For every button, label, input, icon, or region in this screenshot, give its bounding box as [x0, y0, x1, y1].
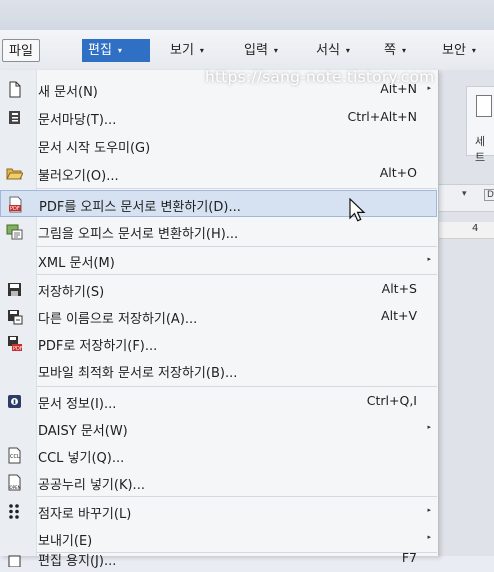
- menu-item-label: CCL 넣기(Q)...: [38, 451, 125, 466]
- menu-item-label: 불러오기(O)...: [38, 169, 119, 184]
- menu-item-label: 저장하기(S): [38, 285, 105, 300]
- save-icon: [8, 283, 21, 296]
- image-convert-icon: [6, 224, 23, 240]
- menu-item-label: DAISY 문서(W): [38, 424, 128, 439]
- menu-item-pdf-to-office[interactable]: PDF PDF를 오피스 문서로 변환하기(D)...: [0, 190, 437, 217]
- menu-item-save-mobile[interactable]: 모바일 최적화 문서로 저장하기(B)...: [0, 357, 437, 384]
- menu-separator: [36, 386, 437, 387]
- menu-bar: 파일 편집 ▾ 보기 ▾ 입력 ▾ 서식 ▾ 쪽 ▾ 보안 ▾: [0, 30, 494, 70]
- menu-item-label: 문서 정보(I)...: [38, 397, 117, 412]
- menu-edit[interactable]: 편집 ▾: [82, 39, 150, 62]
- menu-view-label: 보기: [170, 43, 194, 58]
- submenu-arrow-icon: ▸: [427, 533, 431, 541]
- menu-item-label: 공공누리 넣기(K)...: [38, 478, 145, 493]
- document-lines-icon: [476, 95, 492, 117]
- open-folder-icon: [6, 168, 23, 180]
- new-document-icon: [9, 81, 21, 98]
- menu-separator: [36, 188, 437, 189]
- template-icon: [9, 111, 20, 124]
- menu-page[interactable]: 쪽 ▾: [378, 39, 412, 62]
- toolbar-combo-strip: ▾ D: [438, 184, 494, 212]
- menu-item-insert-kogl[interactable]: OPEN 공공누리 넣기(K)...: [0, 469, 437, 496]
- menu-file[interactable]: 파일: [2, 39, 40, 62]
- menu-item-label: 그림을 오피스 문서로 변환하기(H)...: [38, 227, 239, 242]
- file-menu-dropdown: 새 문서(N) Alt+N ▸ 문서마당(T)... Ctrl+Alt+N 문서…: [0, 70, 439, 569]
- menu-item-shortcut: Alt+S: [381, 281, 417, 296]
- menu-item-label: PDF를 오피스 문서로 변환하기(D)...: [39, 200, 241, 215]
- submenu-arrow-icon: ▸: [427, 423, 431, 431]
- pdf-convert-icon: PDF: [9, 196, 22, 213]
- menu-item-label: 다른 이름으로 저장하기(A)...: [38, 312, 198, 327]
- submenu-arrow-icon: ▸: [427, 255, 431, 263]
- menu-item-page-setup[interactable]: 편집 용지(J)... F7: [0, 545, 437, 572]
- menu-security[interactable]: 보안 ▾: [436, 39, 482, 62]
- menu-item-label: PDF로 저장하기(F)...: [38, 339, 158, 354]
- chevron-down-icon: ▾: [117, 46, 122, 55]
- menu-item-document-info[interactable]: 문서 정보(I)... Ctrl+Q,I: [0, 388, 437, 415]
- watermark-url: https://sang-note.tistory.com: [205, 68, 435, 86]
- ribbon-button-label: 세트: [475, 135, 486, 164]
- menu-item-save-pdf[interactable]: PDF PDF로 저장하기(F)...: [0, 330, 437, 357]
- menu-item-image-to-office[interactable]: 그림을 오피스 문서로 변환하기(H)...: [0, 218, 437, 245]
- menu-item-save-as[interactable]: 다른 이름으로 저장하기(A)... Alt+V: [0, 303, 437, 330]
- page-setup-icon: [8, 555, 21, 567]
- svg-text:CCL: CCL: [10, 454, 20, 460]
- combo-dropdown-arrow[interactable]: ▾: [462, 189, 467, 199]
- menu-item-label: 모바일 최적화 문서로 저장하기(B)...: [38, 366, 238, 381]
- menu-separator: [36, 274, 437, 275]
- ccl-icon: CCL: [8, 447, 21, 464]
- menu-item-label: XML 문서(M): [38, 256, 115, 271]
- menu-insert-label: 입력: [244, 43, 268, 58]
- chevron-down-icon: ▾: [273, 46, 278, 55]
- submenu-arrow-icon: ▸: [427, 506, 431, 514]
- chevron-down-icon: ▾: [471, 46, 476, 55]
- menu-item-shortcut: Ctrl+Q,I: [366, 393, 417, 408]
- menu-item-shortcut: F7: [401, 550, 417, 565]
- menu-item-label: 문서마당(T)...: [38, 113, 117, 128]
- horizontal-ruler: 4: [438, 222, 494, 239]
- menu-separator: [36, 496, 437, 497]
- menu-item-daisy-document[interactable]: DAISY 문서(W) ▸: [0, 415, 437, 442]
- menu-security-label: 보안: [442, 43, 466, 58]
- menu-view[interactable]: 보기 ▾: [164, 39, 210, 62]
- menu-item-start-helper[interactable]: 문서 시작 도우미(G): [0, 132, 437, 159]
- combo-box[interactable]: D: [484, 189, 494, 201]
- menu-format[interactable]: 서식 ▾: [310, 39, 356, 62]
- menu-item-save[interactable]: 저장하기(S) Alt+S: [0, 276, 437, 303]
- menu-item-insert-ccl[interactable]: CCL CCL 넣기(Q)...: [0, 442, 437, 469]
- menu-file-label: 파일: [9, 44, 33, 59]
- chevron-down-icon: ▾: [199, 46, 204, 55]
- menu-format-label: 서식: [316, 43, 340, 58]
- menu-item-shortcut: Alt+V: [381, 308, 417, 323]
- menu-item-braille[interactable]: 점자로 바꾸기(L) ▸: [0, 498, 437, 525]
- chevron-down-icon: ▾: [345, 46, 350, 55]
- menu-item-templates[interactable]: 문서마당(T)... Ctrl+Alt+N: [0, 104, 437, 131]
- pdf-save-icon: PDF: [8, 336, 23, 352]
- svg-text:PDF: PDF: [10, 206, 20, 212]
- menu-item-open[interactable]: 불러오기(O)... Alt+O: [0, 160, 437, 187]
- menu-edit-label: 편집: [88, 43, 112, 58]
- menu-item-label: 새 문서(N): [38, 85, 98, 100]
- menu-item-xml-document[interactable]: XML 문서(M) ▸: [0, 247, 437, 274]
- ribbon-style-button[interactable]: 세트: [466, 86, 494, 164]
- title-strip: [0, 0, 494, 30]
- menu-insert[interactable]: 입력 ▾: [238, 39, 284, 62]
- menu-page-label: 쪽: [384, 43, 396, 58]
- mouse-cursor-icon: [349, 198, 366, 222]
- menu-item-shortcut: Alt+O: [379, 165, 417, 180]
- save-as-icon: [8, 310, 23, 325]
- braille-icon: [9, 504, 19, 519]
- menu-item-label: 점자로 바꾸기(L): [38, 507, 132, 522]
- svg-text:PDF: PDF: [13, 346, 23, 352]
- menu-item-label: 편집 용지(J)...: [38, 554, 117, 569]
- document-info-icon: [8, 395, 21, 408]
- menu-item-shortcut: Ctrl+Alt+N: [347, 109, 417, 124]
- ruler-number: 4: [472, 223, 479, 234]
- kogl-icon: OPEN: [8, 474, 21, 491]
- menu-item-label: 문서 시작 도우미(G): [38, 141, 151, 156]
- svg-text:OPEN: OPEN: [10, 485, 21, 490]
- chevron-down-icon: ▾: [401, 46, 406, 55]
